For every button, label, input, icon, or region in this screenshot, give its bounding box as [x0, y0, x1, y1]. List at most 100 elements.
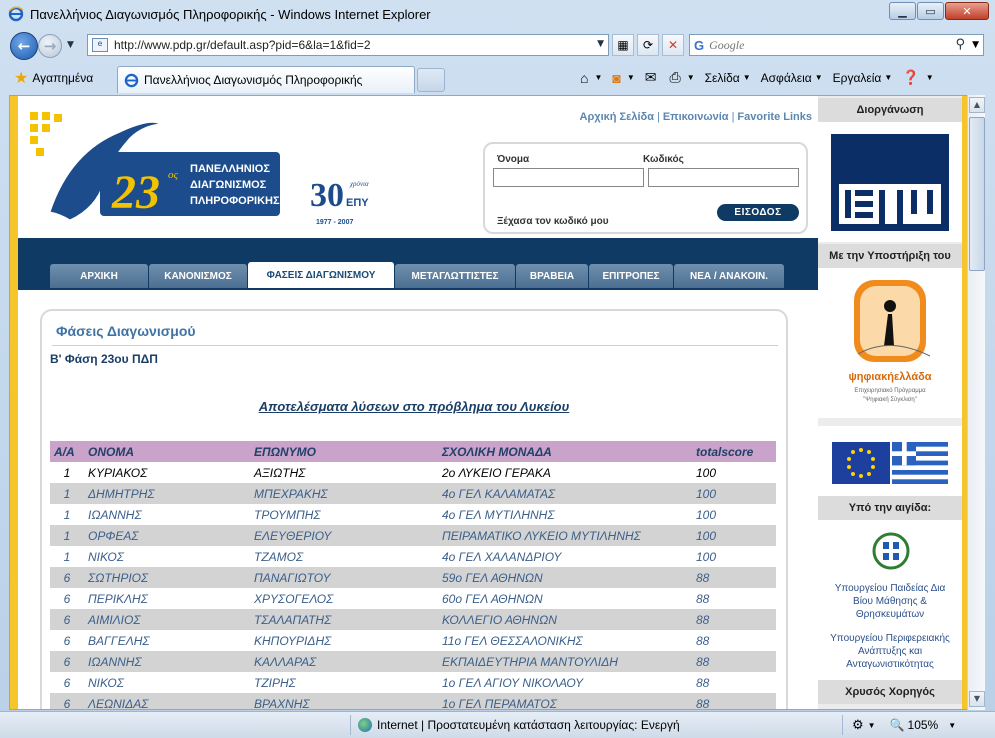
browser-window: Πανελλήνιος Διαγωνισμός Πληροφορικής - W… — [0, 0, 995, 738]
cell-rank: 6 — [50, 693, 84, 709]
history-dropdown-icon[interactable]: ▼ — [67, 40, 74, 50]
favorites-label: Αγαπημένα — [32, 71, 94, 85]
printer-icon: ⎙ — [669, 69, 681, 85]
zoom-control[interactable]: 🔍 105% ▼ — [890, 718, 957, 732]
results-link[interactable]: Αποτελέσματα λύσεων στο πρόβλημα του Λυκ… — [10, 399, 818, 414]
chevron-down-icon: ▼ — [626, 73, 635, 82]
safety-menu-label: Ασφάλεια — [760, 70, 812, 85]
support-heading: Με την Υποστήριξη του — [818, 244, 962, 268]
help-button[interactable]: ❓ ▼ — [902, 69, 933, 86]
ie-logo-icon — [8, 6, 24, 22]
maximize-button[interactable]: ▭ — [917, 2, 944, 20]
tools-menu[interactable]: Εργαλεία ▼ — [833, 71, 893, 85]
cell-score: 88 — [692, 651, 776, 672]
address-dropdown-icon[interactable]: ▼ — [597, 39, 604, 49]
search-icon[interactable]: ⚲ — [955, 37, 965, 52]
epy-logo[interactable]: ΕΠΥ — [831, 134, 949, 231]
mail-button[interactable]: ✉ — [645, 69, 660, 86]
favorites-button[interactable]: ★ Αγαπημένα — [14, 68, 93, 88]
cell-rank: 6 — [50, 672, 84, 693]
compatibility-view-button[interactable]: ▦ — [612, 34, 634, 56]
right-sidebar: Διοργάνωση ΕΠΥ Με την Υποστήριξη του ψηφ… — [818, 96, 962, 709]
scroll-down-icon[interactable]: ▼ — [969, 691, 985, 707]
search-box[interactable]: G ⚲ ▼ — [689, 34, 984, 56]
cell-score: 100 — [692, 483, 776, 504]
back-button[interactable]: ← — [10, 32, 38, 60]
nav-tab-news[interactable]: ΝΕΑ / ΑΝΑΚΟΙΝ. — [674, 264, 784, 288]
safety-menu[interactable]: Ασφάλεια ▼ — [761, 71, 823, 85]
refresh-button[interactable]: ⟳ — [637, 34, 659, 56]
ministry-education[interactable]: Υπουργείου Παιδείας Δια Βίου Μάθησης & Θ… — [818, 582, 962, 621]
home-button[interactable]: ⌂ ▼ — [580, 70, 602, 86]
pdp-logo[interactable]: 23 ος ΠΑΝΕΛΛΗΝΙΟΣ ΔΙΑΓΩΝΙΣΜΟΣ ΠΛΗΡΟΦΟΡΙΚ… — [30, 112, 290, 224]
password-input[interactable] — [648, 168, 799, 187]
forward-button[interactable]: → — [38, 34, 62, 58]
ministry-development[interactable]: Υπουργείου Περιφερειακής Ανάπτυξης και Α… — [818, 632, 962, 671]
close-button[interactable]: ✕ — [945, 2, 989, 20]
digital-greece-logo[interactable]: ψηφιακήελλάδα Επιχειρησιακό Πρόγραμμα "Ψ… — [838, 276, 942, 412]
table-row: 6 ΝΙΚΟΣ ΤΖΙΡΗΣ 1ο ΓΕΛ ΑΓΙΟΥ ΝΙΚΟΛΑΟΥ 88 — [50, 672, 776, 693]
cell-school: ΚΟΛΛΕΓΙΟ ΑΘΗΝΩΝ — [438, 609, 692, 630]
table-header-row: Α/Α ΟΝΟΜΑ ΕΠΩΝΥΜΟ ΣΧΟΛΙΚΗ ΜΟΝΑΔΑ totalsc… — [50, 441, 776, 462]
security-zone[interactable]: Internet | Προστατευμένη κατάσταση λειτο… — [358, 718, 680, 732]
login-button[interactable]: ΕΙΣΟΔΟΣ — [717, 204, 799, 221]
header-school: ΣΧΟΛΙΚΗ ΜΟΝΑΔΑ — [438, 441, 692, 462]
status-divider — [842, 715, 843, 735]
nav-tab-compilers[interactable]: ΜΕΤΑΓΛΩΤΤΙΣΤΕΣ — [395, 264, 515, 288]
cell-rank: 6 — [50, 567, 84, 588]
page-viewport: 23 ος ΠΑΝΕΛΛΗΝΙΟΣ ΔΙΑΓΩΝΙΣΜΟΣ ΠΛΗΡΟΦΟΡΙΚ… — [9, 95, 977, 710]
digital-greece-name: ψηφιακήελλάδα — [848, 371, 931, 383]
home-icon: ⌂ — [580, 69, 589, 86]
favorite-links-link[interactable]: Favorite Links — [737, 111, 812, 123]
home-link[interactable]: Αρχική Σελίδα — [580, 111, 654, 123]
browser-tab[interactable]: Πανελλήνιος Διαγωνισμός Πληροφορικής — [117, 66, 415, 93]
address-url[interactable]: http://www.pdp.gr/default.asp?pid=6&la=1… — [114, 38, 371, 52]
page-menu-label: Σελίδα — [704, 70, 740, 85]
nav-tab-committees[interactable]: ΕΠΙΤΡΟΠΕΣ — [589, 264, 673, 288]
chevron-down-icon[interactable]: ▼ — [868, 721, 876, 730]
table-body: 1 ΚΥΡΙΑΚΟΣ ΑΞΙΩΤΗΣ 2ο ΛΥΚΕΙΟ ΓΕΡΑΚΑ 100 1 ΔΗΜ… — [50, 462, 776, 709]
search-input[interactable] — [709, 37, 950, 53]
cell-rank: 1 — [50, 462, 84, 483]
phase-heading: Β' Φάση 23ου ΠΔΠ — [50, 352, 158, 366]
nav-tab-rules[interactable]: ΚΑΝΟΝΙΣΜΟΣ — [149, 264, 247, 288]
digital-greece-sub1: Επιχειρησιακό Πρόγραμμα — [854, 387, 926, 394]
page-menu[interactable]: Σελίδα ▼ — [705, 71, 751, 85]
cell-score: 100 — [692, 546, 776, 567]
cell-rank: 1 — [50, 504, 84, 525]
auspices-heading: Υπό την αιγίδα: — [818, 496, 962, 520]
new-tab-button[interactable] — [417, 68, 445, 92]
minimize-button[interactable]: ▁ — [889, 2, 916, 20]
address-bar[interactable]: e http://www.pdp.gr/default.asp?pid=6&la… — [87, 34, 609, 56]
header-totalscore: totalscore — [692, 441, 776, 462]
feeds-button[interactable]: ◙ ▼ — [612, 70, 634, 86]
nav-tab-awards[interactable]: ΒΡΑΒΕΙΑ — [516, 264, 588, 288]
scroll-up-icon[interactable]: ▲ — [969, 97, 985, 113]
cell-rank: 1 — [50, 525, 84, 546]
username-input[interactable] — [493, 168, 644, 187]
header-first-name: ΟΝΟΜΑ — [84, 441, 250, 462]
cell-first-name: ΚΥΡΙΑΚΟΣ — [84, 462, 250, 483]
cell-last-name: ΑΞΙΩΤΗΣ — [250, 462, 438, 483]
forward-arrow-icon: → — [43, 37, 57, 55]
protected-mode-icon[interactable]: ⚙ — [852, 717, 864, 733]
results-table-wrap: Α/Α ΟΝΟΜΑ ΕΠΩΝΥΜΟ ΣΧΟΛΙΚΗ ΜΟΝΑΔΑ totalsc… — [50, 441, 776, 709]
print-button[interactable]: ⎙ ▼ — [670, 69, 695, 86]
forgot-password-link[interactable]: Ξέχασα τον κωδικό μου — [497, 216, 609, 227]
stop-button[interactable]: ✕ — [662, 34, 684, 56]
ministry-education-line3: Θρησκευμάτων — [855, 609, 925, 620]
contact-link[interactable]: Επικοινωνία — [663, 111, 729, 123]
nav-tab-phases[interactable]: ΦΑΣΕΙΣ ΔΙΑΓΩΝΙΣΜΟΥ — [248, 262, 394, 288]
cell-school: 4ο ΓΕΛ ΧΑΛΑΝΔΡΙΟΥ — [438, 546, 692, 567]
search-dropdown-icon[interactable]: ▼ — [972, 40, 979, 50]
cell-school: 4ο ΓΕΛ ΚΑΛΑΜΑΤΑΣ — [438, 483, 692, 504]
cell-school: 60ο ΓΕΛ ΑΘΗΝΩΝ — [438, 588, 692, 609]
scroll-thumb[interactable] — [969, 117, 985, 271]
cell-rank: 1 — [50, 546, 84, 567]
chevron-down-icon: ▼ — [948, 720, 957, 730]
cell-school: 4ο ΓΕΛ ΜΥΤΙΛΗΝΗΣ — [438, 504, 692, 525]
logo-line2: ΔΙΑΓΩΝΙΣΜΟΣ — [190, 179, 267, 191]
nav-tab-home[interactable]: ΑΡΧΙΚΗ — [50, 264, 148, 288]
cell-last-name: ΤΖΑΜΟΣ — [250, 546, 438, 567]
vertical-scrollbar[interactable]: ▲ ▼ — [967, 95, 985, 710]
